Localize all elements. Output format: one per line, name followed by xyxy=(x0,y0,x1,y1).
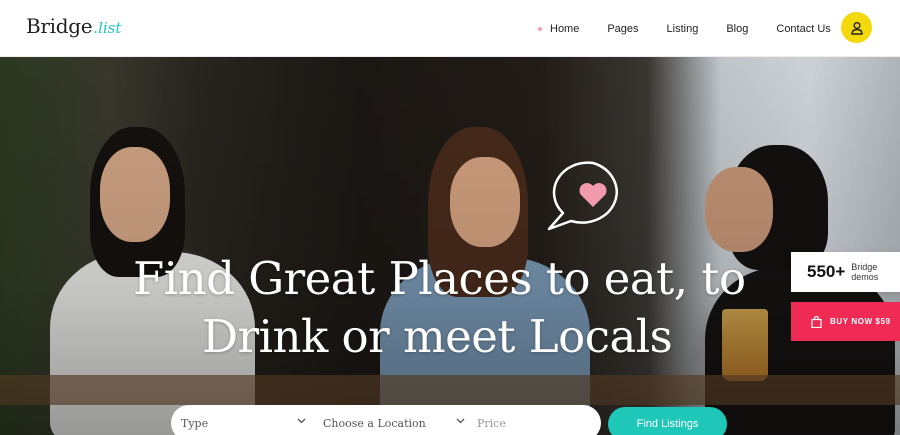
demos-label: Bridge demos xyxy=(851,262,879,282)
site-logo[interactable]: Bridge .list xyxy=(26,14,121,38)
nav-label: Listing xyxy=(666,22,699,35)
nav-label: Home xyxy=(550,22,580,35)
heart-speech-bubble-icon xyxy=(547,161,618,231)
demos-badge[interactable]: 550+ Bridge demos xyxy=(791,252,900,292)
nav-item-pages[interactable]: Pages xyxy=(607,23,638,35)
site-header: Bridge .list Home Pages Listing Blog Con… xyxy=(0,0,900,57)
hero-title-line-1: Find Great Places to eat, to xyxy=(133,252,746,305)
active-dot-icon xyxy=(538,26,542,31)
user-account-button[interactable] xyxy=(841,12,872,43)
bag-icon xyxy=(811,315,822,328)
logo-suffix: .list xyxy=(93,19,122,37)
hero-overlay xyxy=(0,57,900,435)
nav-label: Blog xyxy=(726,22,749,35)
user-icon xyxy=(850,21,863,35)
buy-now-button[interactable]: BUY NOW $59 xyxy=(791,302,900,341)
type-select[interactable]: Type xyxy=(181,405,306,435)
main-nav: Home Pages Listing Blog Contact Us xyxy=(538,0,831,57)
nav-label: Contact Us xyxy=(776,22,831,35)
type-select-value: Type xyxy=(181,416,209,430)
find-listings-button[interactable]: Find Listings xyxy=(608,407,727,435)
chevron-down-icon xyxy=(297,418,306,424)
nav-item-home[interactable]: Home xyxy=(538,23,579,35)
listing-search-bar: Type Choose a Location Price xyxy=(171,405,601,435)
location-select-value: Choose a Location xyxy=(323,416,426,430)
nav-item-listing[interactable]: Listing xyxy=(667,23,699,35)
buy-now-label: BUY NOW $59 xyxy=(830,317,891,326)
demos-count: 550+ xyxy=(807,262,846,281)
nav-item-blog[interactable]: Blog xyxy=(726,23,748,35)
price-input-placeholder: Price xyxy=(477,416,506,430)
nav-label: Pages xyxy=(607,22,639,35)
location-select[interactable]: Choose a Location xyxy=(323,405,465,435)
chevron-down-icon xyxy=(456,418,465,424)
hero-title-line-2: Drink or meet Locals xyxy=(202,310,673,363)
hero-section: Find Great Places to eat, to Drink or me… xyxy=(0,57,900,435)
nav-item-contact-us[interactable]: Contact Us xyxy=(776,23,830,35)
price-input[interactable]: Price xyxy=(477,405,587,435)
logo-text: Bridge xyxy=(26,14,93,38)
